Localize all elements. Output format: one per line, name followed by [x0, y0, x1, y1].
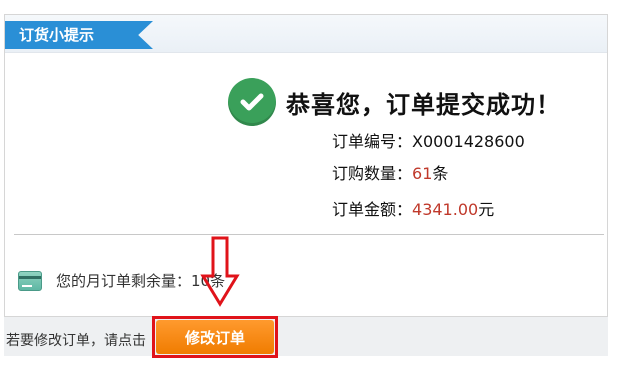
order-amount-value: 4341.00 — [412, 200, 479, 219]
order-number-value: X0001428600 — [412, 132, 525, 151]
footer-bar: 若要修改订单，请点击 — [4, 316, 608, 356]
order-amount-label: 订单金额： — [332, 200, 413, 219]
remaining-label: 您的月订单剩余量： — [56, 272, 192, 290]
order-quantity-line: 订购数量：61条 — [332, 160, 448, 184]
down-arrow-icon — [200, 236, 240, 307]
modify-order-button[interactable]: 修改订单 — [156, 320, 274, 354]
remaining-quota-row: 您的月订单剩余量： 10 条 — [18, 270, 225, 291]
check-circle-icon — [228, 78, 276, 126]
order-number-line: 订单编号：X0001428600 — [332, 128, 525, 152]
order-amount-unit: 元 — [478, 200, 495, 219]
order-quantity-value: 61 — [412, 164, 433, 183]
tab-strip: 订货小提示 — [5, 15, 607, 53]
divider — [14, 234, 604, 235]
success-row: 恭喜您，订单提交成功！ — [228, 78, 561, 126]
card-icon — [18, 270, 42, 291]
tab-order-tip[interactable]: 订货小提示 — [5, 21, 153, 49]
modify-hint: 若要修改订单，请点击 — [6, 333, 146, 349]
success-message: 恭喜您，订单提交成功！ — [286, 90, 561, 119]
order-quantity-unit: 条 — [432, 164, 449, 183]
order-quantity-label: 订购数量： — [332, 164, 413, 183]
order-number-label: 订单编号： — [332, 132, 413, 151]
order-tip-panel: 订货小提示 — [4, 14, 608, 356]
order-amount-line: 订单金额：4341.00元 — [332, 196, 494, 220]
